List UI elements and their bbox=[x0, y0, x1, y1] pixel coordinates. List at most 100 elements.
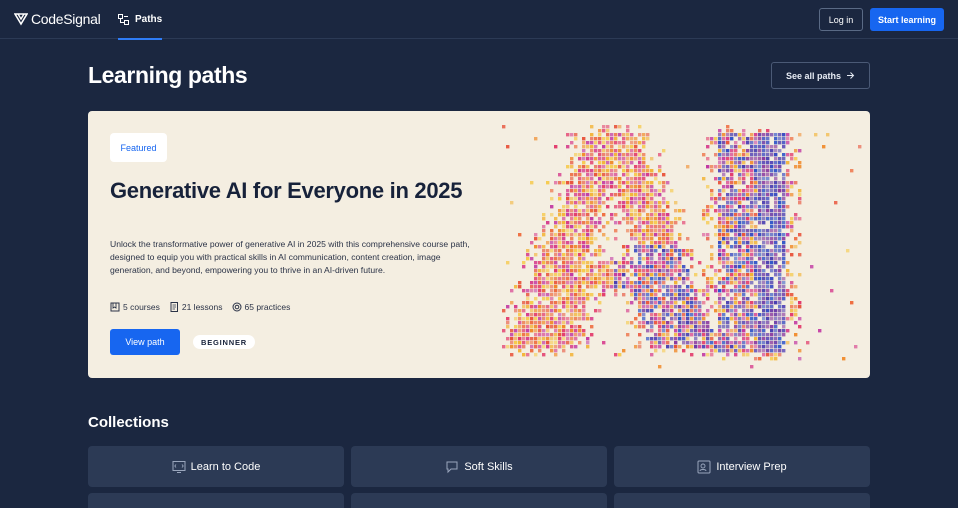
pixel bbox=[582, 289, 586, 293]
pixel bbox=[586, 313, 590, 317]
pixel bbox=[522, 341, 526, 345]
pixel bbox=[578, 309, 582, 313]
pixel bbox=[762, 301, 766, 305]
pixel bbox=[558, 265, 562, 269]
pixel bbox=[530, 285, 534, 289]
pixel bbox=[586, 241, 590, 245]
pixel bbox=[758, 157, 762, 161]
pixel bbox=[742, 281, 746, 285]
pixel bbox=[778, 333, 782, 337]
pixel bbox=[578, 317, 582, 321]
pixel bbox=[638, 325, 642, 329]
pixel bbox=[646, 257, 650, 261]
login-button[interactable]: Log in bbox=[819, 8, 863, 31]
pixel bbox=[522, 309, 526, 313]
pixel bbox=[658, 321, 662, 325]
collection-soft-skills[interactable]: Soft Skills bbox=[351, 446, 607, 487]
start-learning-button[interactable]: Start learning bbox=[870, 8, 944, 31]
pixel bbox=[550, 277, 554, 281]
pixel bbox=[534, 337, 538, 341]
pixel bbox=[794, 237, 798, 241]
pixel bbox=[542, 257, 546, 261]
pixel bbox=[670, 345, 674, 349]
pixel bbox=[634, 233, 638, 237]
pixel bbox=[722, 277, 726, 281]
pixel bbox=[526, 297, 530, 301]
pixel bbox=[586, 209, 590, 213]
pixel bbox=[542, 341, 546, 345]
pixel bbox=[638, 249, 642, 253]
pixel bbox=[586, 293, 590, 297]
see-all-paths-button[interactable]: See all paths bbox=[771, 62, 870, 89]
pixel bbox=[602, 225, 606, 229]
pixel bbox=[678, 297, 682, 301]
pixel bbox=[562, 321, 566, 325]
pixel bbox=[666, 261, 670, 265]
tab-paths[interactable]: Paths bbox=[118, 0, 163, 40]
pixel bbox=[742, 197, 746, 201]
pixel bbox=[662, 201, 666, 205]
pixel bbox=[582, 305, 586, 309]
pixel bbox=[754, 149, 758, 153]
pixel bbox=[710, 217, 714, 221]
pixel bbox=[706, 337, 710, 341]
pixel bbox=[570, 221, 574, 225]
collection-learn-to-code[interactable]: Learn to Code bbox=[88, 446, 344, 487]
pixel bbox=[662, 241, 666, 245]
pixel bbox=[634, 209, 638, 213]
pixel bbox=[790, 217, 794, 221]
pixel bbox=[630, 205, 634, 209]
pixel bbox=[754, 225, 758, 229]
pixel bbox=[630, 285, 634, 289]
pixel bbox=[626, 181, 630, 185]
pixel bbox=[782, 317, 786, 321]
pixel bbox=[554, 289, 558, 293]
collection-card-partial[interactable] bbox=[88, 493, 344, 508]
pixel bbox=[786, 249, 790, 253]
pixel bbox=[694, 313, 698, 317]
pixel bbox=[542, 225, 546, 229]
pixel bbox=[726, 321, 730, 325]
pixel bbox=[754, 269, 758, 273]
collection-interview-prep[interactable]: Interview Prep bbox=[614, 446, 870, 487]
logo[interactable]: CodeSignal bbox=[14, 11, 101, 27]
pixel bbox=[582, 209, 586, 213]
pixel bbox=[650, 305, 654, 309]
pixel bbox=[582, 269, 586, 273]
pixel bbox=[554, 325, 558, 329]
pixel bbox=[758, 265, 762, 269]
pixel bbox=[766, 201, 770, 205]
pixel bbox=[578, 273, 582, 277]
pixel bbox=[558, 293, 562, 297]
pixel bbox=[762, 249, 766, 253]
featured-path-card[interactable]: Featured Generative AI for Everyone in 2… bbox=[88, 111, 870, 378]
pixel bbox=[646, 261, 650, 265]
view-path-button[interactable]: View path bbox=[110, 329, 180, 355]
pixel bbox=[718, 157, 722, 161]
pixel bbox=[790, 253, 794, 257]
pixel bbox=[666, 205, 670, 209]
collection-card-partial[interactable] bbox=[614, 493, 870, 508]
pixel bbox=[722, 149, 726, 153]
pixel bbox=[618, 273, 622, 277]
pixel bbox=[554, 285, 558, 289]
pixel bbox=[666, 285, 670, 289]
pixel bbox=[762, 245, 766, 249]
pixel bbox=[742, 205, 746, 209]
pixel bbox=[714, 153, 718, 157]
pixel bbox=[642, 173, 646, 177]
pixel bbox=[666, 221, 670, 225]
pixel bbox=[550, 273, 554, 277]
pixel bbox=[786, 133, 790, 137]
pixel bbox=[542, 229, 546, 233]
pixel bbox=[550, 317, 554, 321]
collection-card-partial[interactable] bbox=[351, 493, 607, 508]
pixel bbox=[738, 229, 742, 233]
pixel bbox=[522, 333, 526, 337]
pixel bbox=[746, 265, 750, 269]
pixel bbox=[574, 197, 578, 201]
pixel bbox=[570, 245, 574, 249]
pixel bbox=[654, 269, 658, 273]
pixel bbox=[762, 337, 766, 341]
pixel bbox=[722, 169, 726, 173]
